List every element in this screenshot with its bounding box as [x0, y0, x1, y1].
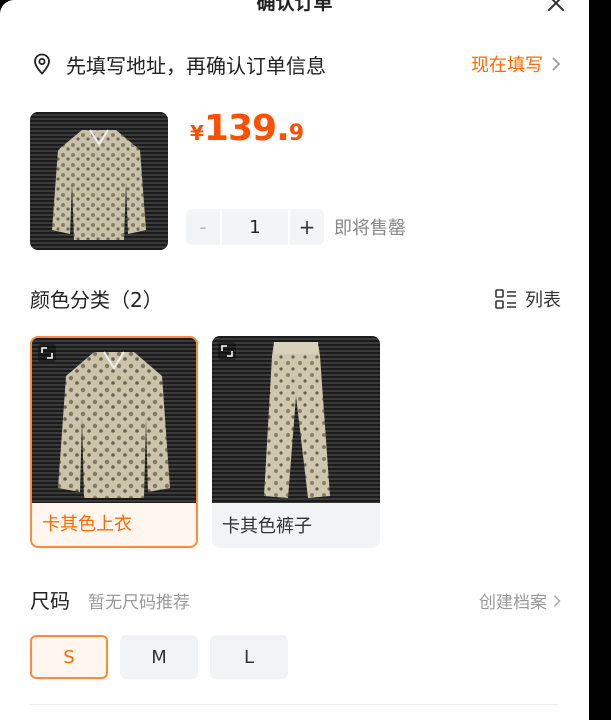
size-section-title: 尺码	[30, 589, 70, 613]
create-profile-button[interactable]: 创建档案	[479, 588, 561, 613]
price-decimal: 9	[288, 121, 305, 146]
color-option-top[interactable]: 卡其色上衣	[30, 336, 198, 548]
create-profile-label: 创建档案	[479, 593, 547, 613]
top-image	[32, 338, 196, 503]
page-title: 确认订单	[256, 0, 333, 14]
address-prompt: 先填写地址，再确认订单信息	[66, 53, 326, 78]
list-view-toggle[interactable]: 列表	[495, 286, 561, 312]
stock-note: 即将售罄	[334, 218, 406, 239]
expand-icon[interactable]	[38, 344, 56, 362]
product-thumbnail[interactable]	[30, 112, 168, 250]
list-icon	[495, 289, 516, 309]
size-header: 尺码 暂无尺码推荐 创建档案	[30, 585, 561, 614]
divider	[30, 704, 559, 705]
price-currency: ¥	[190, 121, 204, 145]
order-sheet: 确认订单 先填写地址，再确认订单信息 现在填写 ¥139.9 - 1 + 即将售…	[0, 0, 589, 720]
size-option-s[interactable]: S	[30, 635, 108, 679]
fill-address-label: 现在填写	[471, 55, 543, 76]
chevron-right-icon	[552, 57, 561, 71]
increment-button[interactable]: +	[290, 209, 324, 245]
close-icon[interactable]	[545, 0, 567, 14]
size-option-l[interactable]: L	[210, 635, 288, 679]
pants-image	[212, 336, 380, 503]
address-row[interactable]: 先填写地址，再确认订单信息 现在填写	[30, 48, 561, 80]
chevron-right-icon	[553, 594, 561, 607]
color-section-title: 颜色分类（2）	[30, 288, 163, 312]
price: ¥139.9	[190, 108, 304, 149]
list-view-label: 列表	[525, 290, 561, 311]
expand-icon[interactable]	[218, 342, 236, 360]
decrement-button[interactable]: -	[186, 209, 220, 245]
color-option-label: 卡其色上衣	[42, 514, 132, 535]
color-option-label: 卡其色裤子	[222, 516, 312, 537]
quantity-stepper: - 1 + 即将售罄	[186, 209, 406, 245]
color-option-pants[interactable]: 卡其色裤子	[212, 336, 380, 548]
shirt-image	[30, 112, 168, 250]
quantity-value[interactable]: 1	[222, 209, 288, 245]
location-pin-icon	[34, 53, 50, 75]
size-hint: 暂无尺码推荐	[88, 593, 190, 613]
fill-address-button[interactable]: 现在填写	[471, 51, 561, 77]
price-integer: 139.	[203, 108, 290, 149]
size-option-m[interactable]: M	[120, 635, 198, 679]
